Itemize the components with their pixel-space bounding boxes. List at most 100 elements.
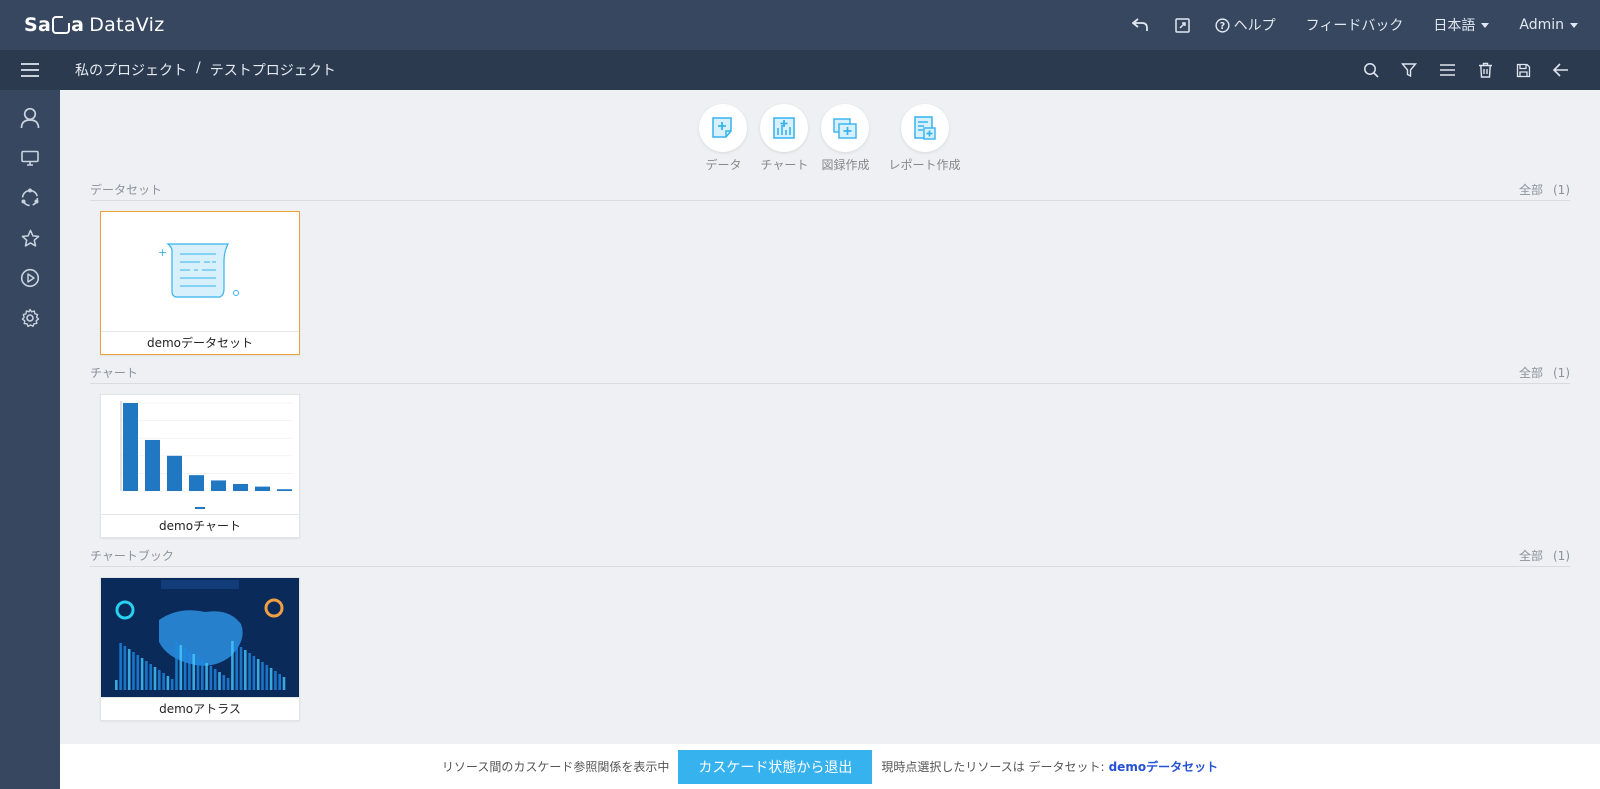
dashboard-bar — [196, 657, 200, 690]
dashboard-bar — [166, 676, 170, 690]
search-icon[interactable] — [1352, 50, 1390, 90]
section-title: データセット — [90, 183, 163, 197]
dashboard-bar — [179, 645, 183, 690]
svg-text:?: ? — [1219, 20, 1224, 31]
chartbook-thumbnail — [101, 578, 299, 698]
chartbook-section: チャートブック 全部 (1) demoアトラス — [90, 549, 1570, 721]
dashboard-bar — [205, 663, 208, 690]
dashboard-bar — [282, 677, 286, 690]
create-toolbar: データ チャート 図録作成 レポート作成 — [60, 104, 1600, 173]
gear-icon[interactable] — [0, 298, 60, 338]
undo-icon[interactable] — [1129, 14, 1151, 36]
help-label: ヘルプ — [1233, 18, 1276, 34]
dataset-section: データセット 全部 (1) + demoデータセット — [90, 183, 1570, 355]
dataset-card-label: demoデータセット — [101, 331, 299, 354]
user-dropdown[interactable]: Admin — [1519, 17, 1578, 33]
chart-bar — [167, 455, 182, 491]
menu-icon[interactable] — [0, 50, 60, 90]
dashboard-bar — [123, 646, 127, 690]
create-data-button[interactable]: データ — [699, 104, 748, 173]
logo-mark — [52, 16, 71, 34]
breadcrumb: 私のプロジェクト / テストプロジェクト — [75, 60, 336, 80]
dashboard-bar — [201, 660, 204, 690]
dashboard-bar — [192, 654, 195, 690]
create-report-button[interactable]: レポート作成 — [889, 104, 961, 173]
chartbook-card-label: demoアトラス — [101, 697, 299, 720]
chevron-down-icon — [1481, 22, 1490, 28]
dashboard-bar — [175, 642, 178, 690]
dataset-thumbnail: + — [101, 212, 299, 332]
dashboard-bar — [218, 672, 221, 690]
add-chartbook-icon — [833, 118, 858, 139]
back-arrow-icon[interactable] — [1542, 50, 1580, 90]
external-link-icon[interactable] — [1172, 14, 1194, 36]
save-icon[interactable] — [1504, 50, 1542, 90]
dashboard-bar — [213, 669, 217, 690]
breadcrumb-my-projects[interactable]: 私のプロジェクト — [75, 60, 187, 80]
dashboard-bar — [115, 680, 118, 690]
share-icon[interactable] — [0, 178, 60, 218]
all-label: 全部 — [1518, 366, 1543, 380]
breadcrumb-separator: / — [196, 60, 201, 76]
dashboard-bar — [136, 655, 140, 690]
monitor-icon[interactable] — [0, 138, 60, 178]
section-count[interactable]: 全部 (1) — [1509, 364, 1570, 381]
sidebar — [0, 90, 60, 789]
play-icon[interactable] — [0, 258, 60, 298]
count-label: (1) — [1553, 549, 1570, 563]
dashboard-bar — [269, 668, 273, 690]
selected-resource-name[interactable]: demoデータセット — [1109, 758, 1218, 775]
add-data-icon — [712, 117, 733, 138]
dashboard-bar — [226, 678, 230, 690]
chart-bar — [233, 483, 248, 491]
create-chartbook-button[interactable]: 図録作成 — [821, 104, 870, 173]
logo-text-2: a — [71, 14, 85, 36]
count-label: (1) — [1553, 366, 1570, 380]
dashboard-bar — [162, 673, 165, 690]
filter-icon[interactable] — [1390, 50, 1428, 90]
chart-bar — [211, 480, 226, 491]
dashboard-bar — [256, 659, 260, 690]
user-icon[interactable] — [0, 98, 60, 138]
selected-resource-prefix: 現時点選択したリソースは データセット: — [881, 760, 1105, 774]
dashboard-bar — [261, 662, 264, 690]
user-label: Admin — [1519, 17, 1564, 33]
star-icon[interactable] — [0, 218, 60, 258]
dashboard-bar — [222, 675, 226, 690]
dashboard-bar — [149, 664, 152, 690]
chart-card[interactable]: demoチャート — [100, 394, 300, 538]
language-label: 日本語 — [1433, 18, 1476, 34]
create-chart-button[interactable]: チャート — [760, 104, 809, 173]
cascade-info-text: リソース間のカスケード参照関係を表示中 — [441, 760, 670, 774]
dataset-card[interactable]: + demoデータセット — [100, 211, 300, 355]
logo-suffix: DataViz — [89, 14, 165, 36]
dashboard-bar — [158, 670, 161, 690]
chartbook-card[interactable]: demoアトラス — [100, 577, 300, 721]
dashboard-bar — [153, 667, 157, 690]
app-logo[interactable]: Sa a DataViz — [24, 14, 165, 36]
language-dropdown[interactable]: 日本語 — [1433, 15, 1490, 35]
exit-cascade-button[interactable]: カスケード状態から退出 — [678, 749, 873, 784]
list-icon[interactable] — [1428, 50, 1466, 90]
feedback-link[interactable]: フィードバック — [1306, 15, 1404, 35]
dashboard-bar — [140, 658, 144, 690]
chart-bar — [255, 486, 270, 491]
chart-card-label: demoチャート — [101, 514, 299, 537]
create-chartbook-label: 図録作成 — [821, 158, 870, 172]
chart-bar — [277, 489, 292, 491]
dashboard-bar — [248, 653, 251, 690]
dashboard-bar — [188, 651, 191, 690]
trash-icon[interactable] — [1466, 50, 1504, 90]
top-bar: Sa a DataViz ? ヘルプ フィードバック 日本語 Admin — [0, 0, 1600, 50]
section-count[interactable]: 全部 (1) — [1509, 547, 1570, 564]
svg-text:+: + — [158, 246, 167, 259]
dashboard-bar — [239, 647, 243, 690]
all-label: 全部 — [1518, 183, 1543, 197]
chart-section: チャート 全部 (1) demoチャート — [90, 366, 1570, 538]
help-link[interactable]: ? ヘルプ — [1215, 15, 1276, 35]
chart-legend-marker — [195, 507, 205, 509]
add-report-icon — [913, 116, 936, 140]
section-count[interactable]: 全部 (1) — [1509, 181, 1570, 198]
create-report-label: レポート作成 — [888, 158, 961, 172]
dataset-illustration-icon: + — [158, 243, 239, 298]
